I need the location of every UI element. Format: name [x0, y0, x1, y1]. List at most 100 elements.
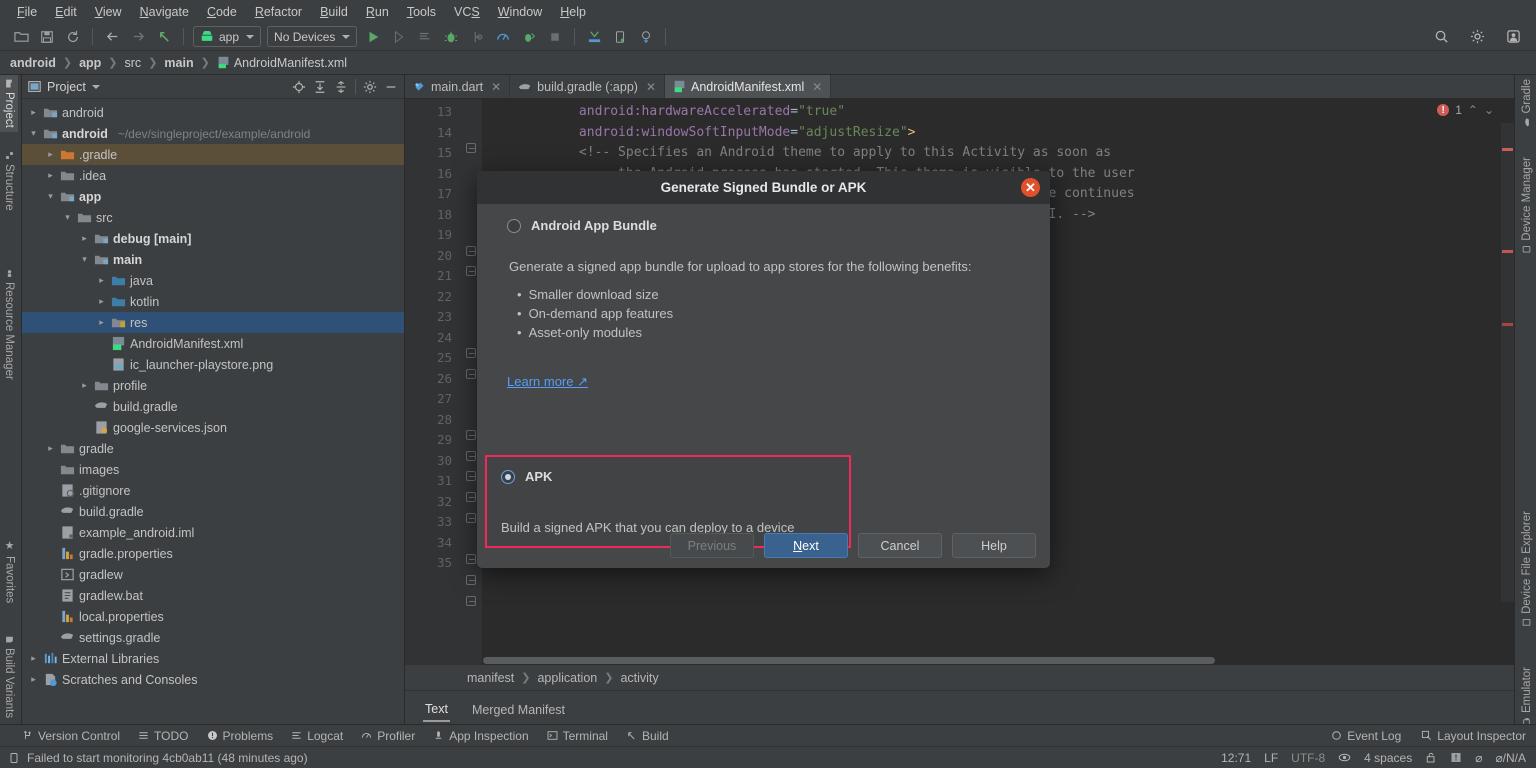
toolwindow-build[interactable]: Build — [626, 729, 669, 743]
breadcrumb-item-0[interactable]: android — [8, 56, 58, 70]
tree-item-res[interactable]: ▸res — [22, 312, 404, 333]
save-icon[interactable] — [36, 26, 58, 48]
chevron-right-icon[interactable]: ▸ — [45, 149, 56, 160]
chevron-right-icon[interactable]: ▸ — [28, 653, 39, 664]
breadcrumb-item-2[interactable]: src — [123, 56, 144, 70]
fold-marker[interactable] — [466, 492, 476, 502]
fold-marker[interactable] — [466, 266, 476, 276]
fold-marker[interactable] — [466, 430, 476, 440]
tree-item-kotlin[interactable]: ▸kotlin — [22, 291, 404, 312]
debug-icon[interactable] — [440, 26, 462, 48]
menu-item-file[interactable]: File — [8, 3, 46, 21]
chevron-down-icon[interactable]: ▾ — [45, 191, 56, 202]
tree-item-scratches-and-consoles[interactable]: ▸Scratches and Consoles — [22, 669, 404, 690]
expand-all-icon[interactable] — [313, 80, 327, 94]
run-with-coverage-icon[interactable] — [414, 26, 436, 48]
tab-main-dart[interactable]: main.dart ✕ — [405, 75, 510, 98]
fold-marker[interactable] — [466, 143, 476, 153]
tree-item-external-libraries[interactable]: ▸External Libraries — [22, 648, 404, 669]
toolwindow-profiler[interactable]: Profiler — [361, 729, 415, 743]
radio-android-app-bundle[interactable] — [507, 219, 521, 233]
chevron-right-icon[interactable]: ▸ — [79, 233, 90, 244]
close-icon[interactable]: ✕ — [646, 80, 656, 94]
zero-icon[interactable]: ⌀ — [1475, 751, 1482, 765]
help-button[interactable]: Help — [952, 533, 1036, 558]
run-icon[interactable] — [362, 26, 384, 48]
inspection-icon[interactable] — [1450, 751, 1462, 764]
forward-arrow-icon[interactable] — [127, 26, 149, 48]
chevron-down-icon[interactable]: ▾ — [79, 254, 90, 265]
menu-item-tools[interactable]: Tools — [398, 3, 445, 21]
menu-item-navigate[interactable]: Navigate — [131, 3, 198, 21]
profile-icon[interactable] — [492, 26, 514, 48]
sidebar-item-device-file-explorer[interactable]: Device File Explorer — [1518, 507, 1536, 631]
learn-more-link[interactable]: Learn more ↗ — [507, 374, 588, 390]
collapse-all-icon[interactable] — [334, 80, 348, 94]
breadcrumb-item-4[interactable]: AndroidManifest.xml — [215, 56, 349, 70]
tree-item-build-gradle[interactable]: build.gradle — [22, 396, 404, 417]
device-selector[interactable]: No Devices — [267, 26, 357, 47]
module-selector[interactable]: app — [193, 26, 261, 47]
menu-item-edit[interactable]: Edit — [46, 3, 86, 21]
sidebar-item-favorites[interactable]: ★ Favorites — [0, 535, 19, 607]
tree-item-gradle-properties[interactable]: gradle.properties — [22, 543, 404, 564]
close-icon[interactable]: ✕ — [491, 80, 501, 94]
gear-icon[interactable] — [1466, 26, 1488, 48]
tree-item-androidmanifest-xml[interactable]: AndroidManifest.xml — [22, 333, 404, 354]
branch-status[interactable]: ⌀/N/A — [1495, 751, 1526, 765]
chevron-down-icon[interactable]: ▾ — [62, 212, 73, 223]
toolwindow-event-log[interactable]: Event Log — [1331, 729, 1401, 743]
menu-item-help[interactable]: Help — [551, 3, 595, 21]
sidebar-item-gradle[interactable]: Gradle — [1518, 75, 1536, 131]
tree-item-gradlew-bat[interactable]: gradlew.bat — [22, 585, 404, 606]
toolwindow-logcat[interactable]: Logcat — [291, 729, 343, 743]
toolwindow-terminal[interactable]: Terminal — [547, 729, 608, 743]
sidebar-item-device-manager[interactable]: Device Manager — [1518, 153, 1536, 258]
error-marker[interactable] — [1502, 323, 1513, 326]
run-profiler-icon[interactable] — [518, 26, 540, 48]
encoding[interactable]: UTF-8 — [1291, 751, 1325, 765]
fold-marker[interactable] — [466, 554, 476, 564]
scrollbar-thumb[interactable] — [483, 657, 1215, 664]
sync-icon[interactable] — [62, 26, 84, 48]
tab-merged-manifest[interactable]: Merged Manifest — [470, 699, 567, 721]
tree-item-google-services-json[interactable]: google-services.json — [22, 417, 404, 438]
menu-item-code[interactable]: Code — [198, 3, 246, 21]
close-icon[interactable]: ✕ — [812, 80, 822, 94]
sidebar-item-emulator[interactable]: Emulator — [1518, 663, 1536, 730]
rerun-icon[interactable] — [388, 26, 410, 48]
stop-icon[interactable] — [544, 26, 566, 48]
sdk-manager-icon[interactable] — [583, 26, 605, 48]
chevron-right-icon[interactable]: ▸ — [96, 296, 107, 307]
previous-button[interactable]: Previous — [670, 533, 754, 558]
tree-item--gitignore[interactable]: .gitignore — [22, 480, 404, 501]
tree-item-app[interactable]: ▾app — [22, 186, 404, 207]
tab-build-gradle[interactable]: build.gradle (:app) ✕ — [510, 75, 665, 98]
attach-debugger-icon[interactable] — [466, 26, 488, 48]
toolwindow-problems[interactable]: Problems — [207, 729, 274, 743]
eye-icon[interactable] — [1338, 751, 1351, 764]
radio-apk[interactable] — [501, 470, 515, 484]
tree-item-src[interactable]: ▾src — [22, 207, 404, 228]
tree-item-debug-main-[interactable]: ▸debug [main] — [22, 228, 404, 249]
menu-item-vcs[interactable]: VCS — [445, 3, 489, 21]
undo-icon[interactable] — [153, 26, 175, 48]
avatar[interactable] — [1502, 26, 1524, 48]
chevron-right-icon[interactable]: ▸ — [28, 674, 39, 685]
unlocked-icon[interactable] — [1425, 751, 1437, 764]
gear-icon[interactable] — [363, 80, 377, 94]
tree-item-android[interactable]: ▾android~/dev/singleproject/example/andr… — [22, 123, 404, 144]
error-marker[interactable] — [1502, 148, 1513, 151]
breadcrumb-item-3[interactable]: main — [162, 56, 195, 70]
fold-marker[interactable] — [466, 348, 476, 358]
chevron-right-icon[interactable]: ▸ — [96, 275, 107, 286]
fold-marker[interactable] — [466, 369, 476, 379]
fold-marker[interactable] — [466, 451, 476, 461]
tab-android-manifest[interactable]: AndroidManifest.xml ✕ — [665, 75, 831, 98]
tree-item-gradle[interactable]: ▸gradle — [22, 438, 404, 459]
editor-breadcrumb-application[interactable]: application — [537, 671, 597, 685]
tree-item-build-gradle[interactable]: build.gradle — [22, 501, 404, 522]
toolwindow-version-control[interactable]: Version Control — [22, 729, 120, 743]
fold-marker[interactable] — [466, 513, 476, 523]
sidebar-item-build-variants[interactable]: Build Variants — [0, 631, 18, 722]
